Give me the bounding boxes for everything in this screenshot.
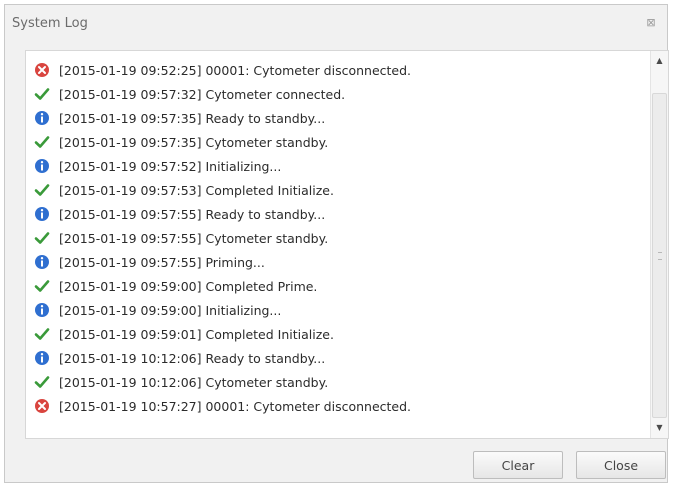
log-entry[interactable]: [2015-01-19 09:57:53] Completed Initiali… [34, 178, 642, 202]
window-title: System Log [12, 16, 88, 31]
vertical-scrollbar[interactable]: ▲ ▼ [650, 51, 668, 438]
log-entry-text: [2015-01-19 09:57:53] Completed Initiali… [59, 182, 334, 198]
log-entry[interactable]: [2015-01-19 09:57:52] Initializing... [34, 154, 642, 178]
scrollbar-thumb[interactable] [652, 93, 667, 418]
log-entry-text: [2015-01-19 09:57:35] Cytometer standby. [59, 134, 329, 150]
checkmark-icon [34, 182, 50, 198]
clear-button[interactable]: Clear [473, 451, 563, 479]
scroll-down-icon[interactable]: ▼ [651, 420, 668, 436]
log-entry-text: [2015-01-19 09:57:52] Initializing... [59, 158, 282, 174]
log-entry-text: [2015-01-19 09:59:00] Completed Prime. [59, 278, 318, 294]
log-entry-text: [2015-01-19 09:57:32] Cytometer connecte… [59, 86, 346, 102]
log-entry-text: [2015-01-19 09:57:55] Priming... [59, 254, 265, 270]
checkmark-icon [34, 230, 50, 246]
log-entry-text: [2015-01-19 10:57:27] 00001: Cytometer d… [59, 398, 412, 414]
window-close-icon[interactable]: ⊠ [644, 16, 658, 30]
log-entry[interactable]: [2015-01-19 09:57:35] Cytometer standby. [34, 130, 642, 154]
info-icon [34, 254, 50, 270]
checkmark-icon [34, 374, 50, 390]
log-entry[interactable]: [2015-01-19 10:57:27] 00001: Cytometer d… [34, 394, 642, 418]
info-icon [34, 302, 50, 318]
checkmark-icon [34, 86, 50, 102]
scroll-up-icon[interactable]: ▲ [651, 53, 668, 69]
log-entry-text: [2015-01-19 10:12:06] Ready to standby..… [59, 350, 326, 366]
log-entry[interactable]: [2015-01-19 09:57:55] Priming... [34, 250, 642, 274]
log-entry[interactable]: [2015-01-19 09:59:00] Completed Prime. [34, 274, 642, 298]
info-icon [34, 350, 50, 366]
system-log-window: System Log ⊠ [2015-01-19 09:52:25] 00001… [4, 4, 669, 483]
close-button[interactable]: Close [576, 451, 666, 479]
checkmark-icon [34, 326, 50, 342]
info-icon [34, 158, 50, 174]
log-entry[interactable]: [2015-01-19 09:52:25] 00001: Cytometer d… [34, 58, 642, 82]
grip-icon [658, 252, 662, 260]
log-entry[interactable]: [2015-01-19 10:12:06] Cytometer standby. [34, 370, 642, 394]
checkmark-icon [34, 278, 50, 294]
log-entry-text: [2015-01-19 09:57:35] Ready to standby..… [59, 110, 326, 126]
log-list: [2015-01-19 09:52:25] 00001: Cytometer d… [34, 58, 642, 418]
log-entry-text: [2015-01-19 09:59:00] Initializing... [59, 302, 282, 318]
error-icon [34, 62, 50, 78]
error-icon [34, 398, 50, 414]
log-entry[interactable]: [2015-01-19 09:57:35] Ready to standby..… [34, 106, 642, 130]
log-entry-text: [2015-01-19 10:12:06] Cytometer standby. [59, 374, 329, 390]
log-entry[interactable]: [2015-01-19 09:59:00] Initializing... [34, 298, 642, 322]
log-entry-text: [2015-01-19 09:59:01] Completed Initiali… [59, 326, 334, 342]
checkmark-icon [34, 134, 50, 150]
log-entry[interactable]: [2015-01-19 09:57:55] Cytometer standby. [34, 226, 642, 250]
log-entry-text: [2015-01-19 09:57:55] Cytometer standby. [59, 230, 329, 246]
log-entry-text: [2015-01-19 09:57:55] Ready to standby..… [59, 206, 326, 222]
title-bar: System Log ⊠ [5, 5, 667, 41]
log-entry-text: [2015-01-19 09:52:25] 00001: Cytometer d… [59, 62, 412, 78]
log-entry[interactable]: [2015-01-19 10:12:06] Ready to standby..… [34, 346, 642, 370]
log-entry[interactable]: [2015-01-19 09:57:55] Ready to standby..… [34, 202, 642, 226]
log-entry[interactable]: [2015-01-19 09:59:01] Completed Initiali… [34, 322, 642, 346]
log-panel: [2015-01-19 09:52:25] 00001: Cytometer d… [25, 50, 669, 439]
log-entry[interactable]: [2015-01-19 09:57:32] Cytometer connecte… [34, 82, 642, 106]
info-icon [34, 206, 50, 222]
info-icon [34, 110, 50, 126]
